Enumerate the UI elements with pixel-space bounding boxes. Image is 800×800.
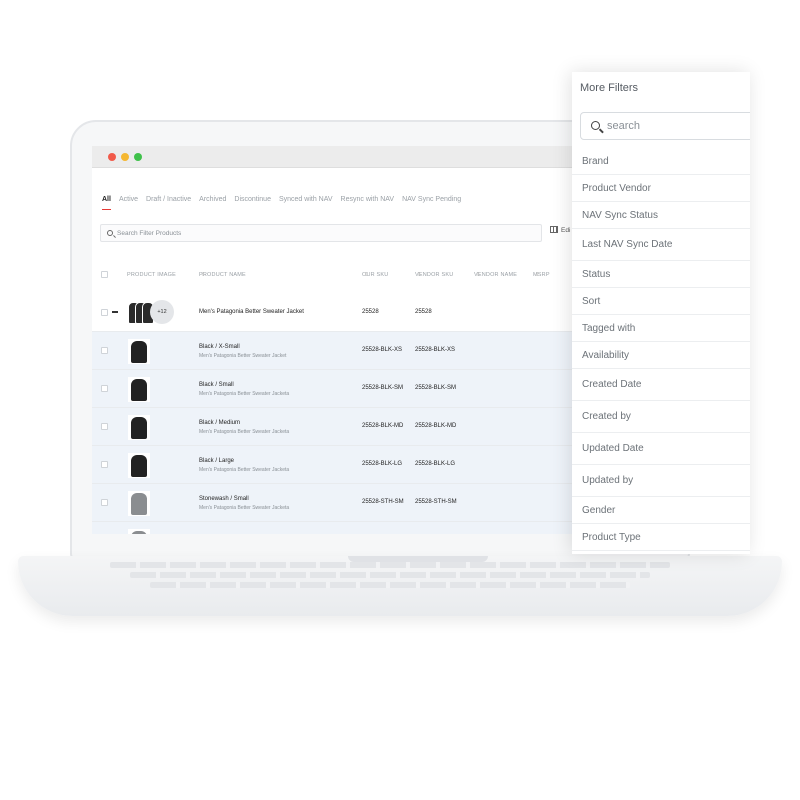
jacket-thumbnail: [128, 529, 150, 534]
parent-product-row[interactable]: +12 Men's Patagonia Better Sweater Jacke…: [92, 294, 572, 332]
col-product-image: PRODUCT IMAGE: [127, 272, 176, 278]
row-checkbox[interactable]: [101, 461, 108, 468]
tab-active[interactable]: Active: [119, 196, 138, 210]
jacket-thumbnail: [128, 377, 150, 402]
jacket-thumbnail: [128, 491, 150, 516]
product-table-body: +12 Men's Patagonia Better Sweater Jacke…: [92, 294, 572, 534]
variant-parent-name: Men's Patagonia Better Sweater Jacketa: [199, 391, 290, 397]
variant-name: Black / Medium: [199, 420, 241, 426]
filter-sort[interactable]: Sort: [572, 288, 750, 315]
panel-title: More Filters: [580, 82, 639, 94]
keyboard-row: [130, 572, 650, 578]
sort-icon: ⇕: [535, 272, 540, 278]
tab-synced-with-nav[interactable]: Synced with NAV: [279, 196, 333, 210]
jacket-thumbnail: [128, 339, 150, 364]
filter-updated-date[interactable]: Updated Date: [572, 433, 750, 465]
edit-columns-label: Edi: [561, 227, 571, 234]
tab-resync-with-nav[interactable]: Resync with NAV: [341, 196, 395, 210]
variant-name: Black / Small: [199, 382, 234, 388]
product-image-stack: +12: [128, 300, 176, 326]
variant-name: Black / X-Small: [199, 344, 240, 350]
vendor-sku: 25528-BLK-LG: [415, 461, 456, 467]
row-checkbox[interactable]: [101, 347, 108, 354]
filter-status[interactable]: Status: [572, 261, 750, 288]
select-all-checkbox[interactable]: [101, 271, 108, 278]
vendor-sku: 25528: [415, 309, 432, 315]
our-sku: 25528-BLK-SM: [362, 385, 404, 391]
search-icon: [591, 121, 600, 130]
variant-row[interactable]: Black / X-Small Men's Patagonia Better Sw…: [92, 332, 572, 370]
filter-updated-by[interactable]: Updated by: [572, 465, 750, 497]
tab-archived[interactable]: Archived: [199, 196, 226, 210]
filter-gender[interactable]: Gender: [572, 497, 750, 524]
sort-icon: ⇕: [476, 272, 481, 278]
our-sku: 25528-BLK-MD: [362, 423, 404, 429]
keyboard-row: [150, 582, 630, 588]
columns-icon: [550, 226, 558, 233]
window-titlebar: [92, 146, 572, 168]
status-tabs: All Active Draft / Inactive Archived Discont…: [102, 196, 461, 210]
variant-parent-name: Men's Patagonia Better Sweater Jacketa: [199, 505, 290, 511]
tab-all[interactable]: All: [102, 196, 111, 210]
variant-row[interactable]: Stonewash / Small Men's Patagonia Better …: [92, 484, 572, 522]
edit-columns-button[interactable]: Edi: [550, 226, 570, 234]
variant-parent-name: Men's Patagonia Better Sweater Jacket: [199, 353, 287, 359]
variant-row[interactable]: Black / Small Men's Patagonia Better Swea…: [92, 370, 572, 408]
filter-search-placeholder: search: [607, 120, 641, 132]
variant-row[interactable]: Stonewash / Medium: [92, 522, 572, 534]
product-name: Men's Patagonia Better Sweater Jacket: [199, 309, 304, 315]
sort-icon: ⇕: [201, 272, 206, 278]
filter-tagged-with[interactable]: Tagged with: [572, 315, 750, 342]
vendor-sku: 25528-BLK-XS: [415, 347, 456, 353]
row-checkbox[interactable]: [101, 385, 108, 392]
close-window-button[interactable]: [108, 153, 116, 161]
our-sku: 25528-BLK-XS: [362, 347, 403, 353]
minimize-window-button[interactable]: [121, 153, 129, 161]
filter-product-type[interactable]: Product Type: [572, 524, 750, 551]
row-checkbox[interactable]: [101, 499, 108, 506]
filter-search-input[interactable]: search: [580, 112, 750, 140]
vendor-sku: 25528-STH-SM: [415, 499, 457, 505]
our-sku: 25528: [362, 309, 379, 315]
our-sku: 25528-STH-SM: [362, 499, 404, 505]
search-placeholder: Search Filter Products: [117, 230, 182, 237]
filter-created-by[interactable]: Created by: [572, 401, 750, 433]
collapse-icon[interactable]: [112, 311, 118, 313]
filter-availability[interactable]: Availability: [572, 342, 750, 369]
filter-created-date[interactable]: Created Date: [572, 369, 750, 401]
product-search-input[interactable]: Search Filter Products: [100, 224, 542, 242]
col-product-name-label: PRODUCT NAME: [199, 272, 246, 278]
maximize-window-button[interactable]: [134, 153, 142, 161]
keyboard-row: [110, 562, 670, 568]
variant-name: Stonewash / Small: [199, 496, 249, 502]
our-sku: 25528-BLK-LG: [362, 461, 403, 467]
variant-row[interactable]: Black / Large Men's Patagonia Better Swea…: [92, 446, 572, 484]
filter-nav-sync-status[interactable]: NAV Sync Status: [572, 202, 750, 229]
row-checkbox[interactable]: [101, 309, 108, 316]
tab-nav-sync-pending[interactable]: NAV Sync Pending: [402, 196, 461, 210]
filter-brand[interactable]: Brand: [572, 148, 750, 175]
jacket-thumbnail: [128, 453, 150, 478]
variant-parent-name: Men's Patagonia Better Sweater Jacketa: [199, 467, 290, 473]
variant-name: Black / Large: [199, 458, 235, 464]
search-icon: [107, 230, 113, 236]
tab-discontinue[interactable]: Discontinue: [234, 196, 271, 210]
filter-last-nav-sync-date[interactable]: Last NAV Sync Date: [572, 229, 750, 261]
variant-parent-name: Men's Patagonia Better Sweater Jacketa: [199, 429, 290, 435]
sort-icon: ⇕: [364, 272, 369, 278]
filter-product-vendor[interactable]: Product Vendor: [572, 175, 750, 202]
vendor-sku: 25528-BLK-SM: [415, 385, 457, 391]
vendor-sku: 25528-BLK-MD: [415, 423, 457, 429]
row-checkbox[interactable]: [101, 423, 108, 430]
more-filters-panel: More Filters search Brand Product Vendor N…: [572, 72, 750, 554]
sort-icon: ⇕: [417, 272, 422, 278]
table-header: PRODUCT IMAGE PRODUCT NAME ⇕ OUR SKU ⇕ VEN…: [92, 271, 572, 283]
filter-list: Brand Product Vendor NAV Sync Status Last N…: [572, 148, 750, 551]
more-images-badge[interactable]: +12: [150, 300, 174, 324]
tab-draft-inactive[interactable]: Draft / Inactive: [146, 196, 191, 210]
variant-row[interactable]: Black / Medium Men's Patagonia Better Swe…: [92, 408, 572, 446]
jacket-thumbnail: [128, 415, 150, 440]
app-window: All Active Draft / Inactive Archived Discont…: [92, 146, 572, 534]
